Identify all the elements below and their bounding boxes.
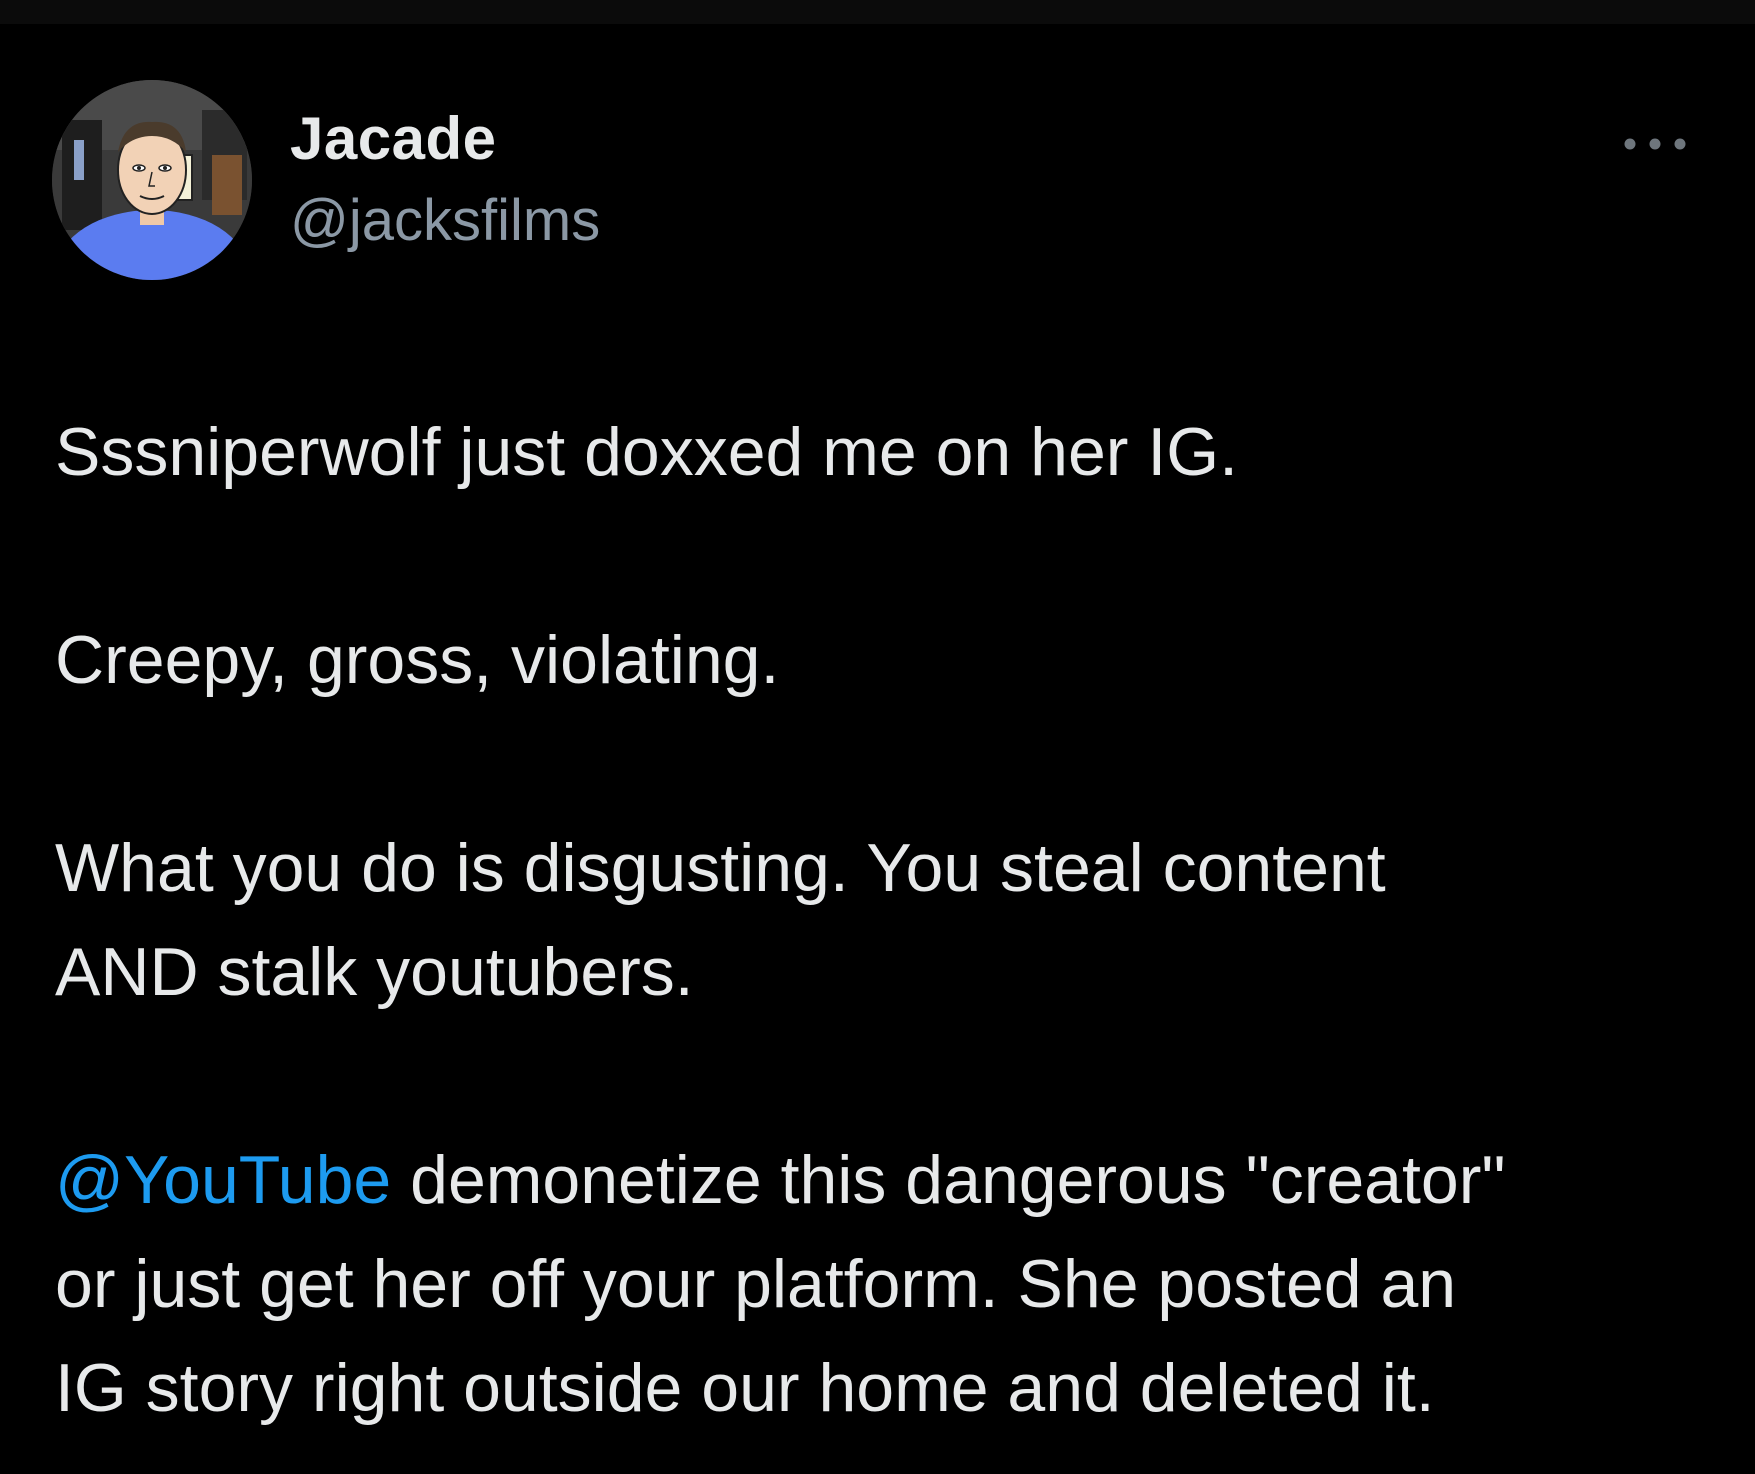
mention-link[interactable]: @YouTube [55,1142,391,1218]
tweet-text-segment: demonetize this dangerous "creator" [391,1142,1506,1218]
more-options-icon[interactable] [1620,129,1690,159]
tweet-paragraph: Sssniperwolf just doxxed me on her IG. [55,400,1715,504]
tweet-line: or just get her off your platform. She p… [55,1246,1457,1322]
tweet-card: Jacade @jacksfilms Sssniperwolf just dox… [0,24,1755,1474]
tweet-line: Creepy, gross, violating. [55,622,780,698]
tweet-line: IG story right outside our home and dele… [55,1350,1435,1426]
author-handle[interactable]: @jacksfilms [290,187,600,254]
tweet-line: AND stalk youtubers. [55,934,694,1010]
tweet-line: @YouTube demonetize this dangerous "crea… [55,1128,1715,1232]
tweet-line: What you do is disgusting. You steal con… [55,830,1386,906]
tweet-paragraph: @YouTube demonetize this dangerous "crea… [55,1128,1715,1440]
tweet-paragraph: What you do is disgusting. You steal con… [55,816,1715,1024]
tweet-paragraph: Creepy, gross, violating. [55,608,1715,712]
tweet-text: Sssniperwolf just doxxed me on her IG. C… [55,400,1715,1440]
author-display-name[interactable]: Jacade [290,104,497,173]
tweet-line: Sssniperwolf just doxxed me on her IG. [55,414,1238,490]
avatar[interactable] [52,80,252,280]
avatar-illustration [52,80,252,280]
top-bar [0,0,1755,24]
